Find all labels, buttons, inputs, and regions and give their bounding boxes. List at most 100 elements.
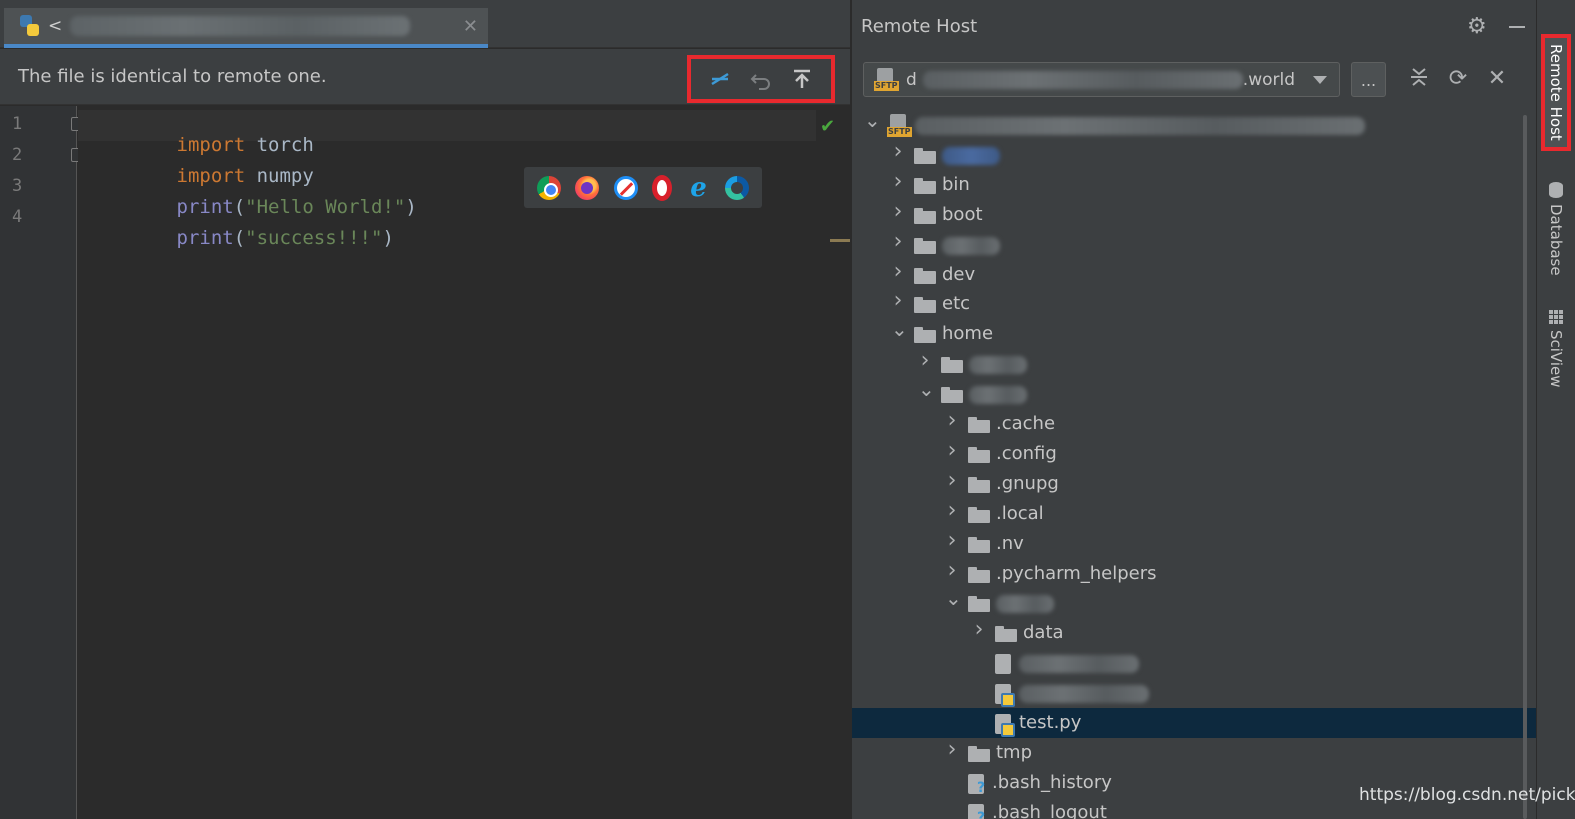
opera-icon[interactable] [652, 174, 673, 201]
tree-scrollbar[interactable] [1523, 115, 1527, 819]
tree-folder-row[interactable]: › [852, 348, 1537, 379]
line-number: 2 [12, 145, 23, 165]
tree-node-label: .pycharm_helpers [996, 562, 1157, 584]
folder-icon [914, 177, 936, 194]
banner-action-group [687, 55, 835, 103]
chevron-down-icon[interactable]: ⌄ [864, 108, 881, 132]
folder-icon [914, 147, 936, 164]
redacted-tab-title [70, 16, 411, 36]
chevron-right-icon[interactable]: › [891, 288, 905, 313]
builtin-token: print [176, 227, 234, 249]
remote-compare-banner: The file is identical to remote one. [0, 49, 850, 105]
tool-tab-label: Remote Host [1547, 44, 1565, 141]
chevron-right-icon[interactable]: › [945, 528, 959, 553]
chevron-right-icon[interactable]: › [891, 139, 905, 164]
edge-icon[interactable] [724, 175, 749, 200]
server-dropdown[interactable]: SFTP d .world [863, 62, 1340, 97]
collapse-all-icon[interactable] [1406, 66, 1432, 94]
tree-server-row[interactable]: ⌄ SFTP [852, 108, 1537, 140]
folder-icon [914, 327, 936, 344]
upload-icon[interactable] [788, 65, 816, 93]
chevron-down-icon[interactable]: ⌄ [891, 317, 908, 341]
tree-folder-row[interactable]: › etc [852, 288, 1537, 319]
scroll-marker[interactable] [830, 239, 850, 242]
redacted-name [1019, 655, 1139, 674]
tree-folder-row[interactable]: › .pycharm_helpers [852, 558, 1537, 589]
python-file-icon [995, 684, 1015, 708]
tree-folder-row[interactable]: › [852, 139, 1537, 170]
tool-tab-database[interactable]: Database [1541, 182, 1571, 276]
ide-window: < ✕ The file is identical to remote one. [0, 0, 1575, 819]
tree-folder-row[interactable]: › dev [852, 259, 1537, 290]
tree-file-row[interactable] [852, 648, 1537, 678]
tree-folder-row[interactable]: › .cache [852, 408, 1537, 439]
code-line-4[interactable]: print("success!!!") [85, 205, 394, 271]
tool-tab-sciview[interactable]: SciView [1541, 310, 1571, 388]
tree-folder-row[interactable]: › [852, 229, 1537, 260]
chevron-right-icon[interactable]: › [891, 199, 905, 224]
tree-folder-row[interactable]: › .nv [852, 528, 1537, 559]
chevron-right-icon[interactable]: › [945, 408, 959, 433]
tree-folder-row[interactable]: ⌄ [852, 586, 1537, 618]
chevron-down-icon[interactable]: ⌄ [918, 377, 935, 401]
folder-icon [914, 237, 936, 254]
tree-file-row[interactable]: test.py [852, 708, 1537, 738]
chevron-right-icon[interactable]: › [945, 558, 959, 583]
revert-icon[interactable] [747, 65, 775, 93]
tree-node-label: etc [942, 293, 971, 315]
tree-node-label: .bash_history [992, 771, 1112, 793]
tree-node-label: boot [942, 203, 983, 225]
folder-icon [968, 536, 990, 553]
tree-node-label: .cache [996, 413, 1056, 434]
chevron-down-icon[interactable]: ⌄ [945, 586, 962, 610]
chevron-right-icon[interactable]: › [891, 229, 905, 254]
tree-folder-row[interactable]: › tmp [852, 737, 1537, 768]
chevron-right-icon[interactable]: › [945, 438, 959, 463]
refresh-icon[interactable]: ⟳ [1445, 66, 1471, 91]
tree-folder-row[interactable]: › .local [852, 498, 1537, 529]
remote-file-tree: ⌄ SFTP › › bin › boot › › dev › etc ⌄ home › ⌄ › .cache ›.… [852, 108, 1537, 819]
tree-folder-row[interactable]: › boot [852, 199, 1537, 230]
compare-arrows-icon[interactable] [706, 65, 734, 93]
code-editor[interactable]: import torch import numpy print("Hello W… [78, 106, 850, 819]
punctuation-token: ( [233, 227, 246, 249]
tree-folder-row[interactable]: ⌄ home [852, 317, 1537, 349]
chevron-right-icon[interactable]: › [945, 498, 959, 523]
folder-icon [914, 267, 936, 284]
minimize-icon[interactable] [1509, 26, 1525, 28]
chrome-icon[interactable] [537, 175, 562, 200]
tree-node-label: .bash_logout [992, 801, 1107, 819]
punctuation-token: ) [382, 227, 394, 249]
editor-tab-remote-file[interactable]: < ✕ [4, 8, 488, 48]
tree-folder-row[interactable]: ⌄ [852, 377, 1537, 409]
inspection-ok-check-icon[interactable]: ✔ [820, 116, 835, 137]
redacted-name [942, 236, 1000, 255]
tree-folder-row[interactable]: › .gnupg [852, 468, 1537, 499]
internet-explorer-icon[interactable]: e [686, 175, 710, 201]
safari-icon[interactable] [613, 175, 638, 200]
chevron-right-icon[interactable]: › [972, 617, 986, 642]
tree-node-label: test.py [1019, 712, 1082, 733]
tree-folder-row[interactable]: › .config [852, 438, 1537, 469]
chevron-right-icon[interactable]: › [945, 468, 959, 493]
tree-folder-row[interactable]: › bin [852, 169, 1537, 200]
gear-icon[interactable]: ⚙ [1467, 14, 1487, 39]
tab-close-icon[interactable]: ✕ [463, 16, 478, 37]
tab-title: < [48, 16, 63, 36]
more-options-button[interactable]: ... [1351, 62, 1386, 97]
right-tool-strip: Remote Host Database SciView [1536, 0, 1575, 819]
chevron-right-icon[interactable]: › [918, 348, 932, 373]
line-number: 4 [12, 207, 23, 227]
chevron-right-icon[interactable]: › [891, 169, 905, 194]
chevron-right-icon[interactable]: › [891, 259, 905, 284]
punctuation-token: ) [405, 196, 417, 218]
tool-tab-remote-host[interactable]: Remote Host [1541, 34, 1571, 151]
tree-folder-row[interactable]: › data [852, 617, 1537, 648]
chevron-right-icon[interactable]: › [945, 737, 959, 762]
tree-node-label: .config [996, 442, 1057, 464]
tree-file-row[interactable] [852, 678, 1537, 708]
firefox-icon[interactable] [575, 175, 600, 200]
close-icon[interactable]: ✕ [1484, 66, 1510, 91]
tool-tab-label: Database [1547, 204, 1565, 276]
folder-icon [914, 297, 936, 314]
